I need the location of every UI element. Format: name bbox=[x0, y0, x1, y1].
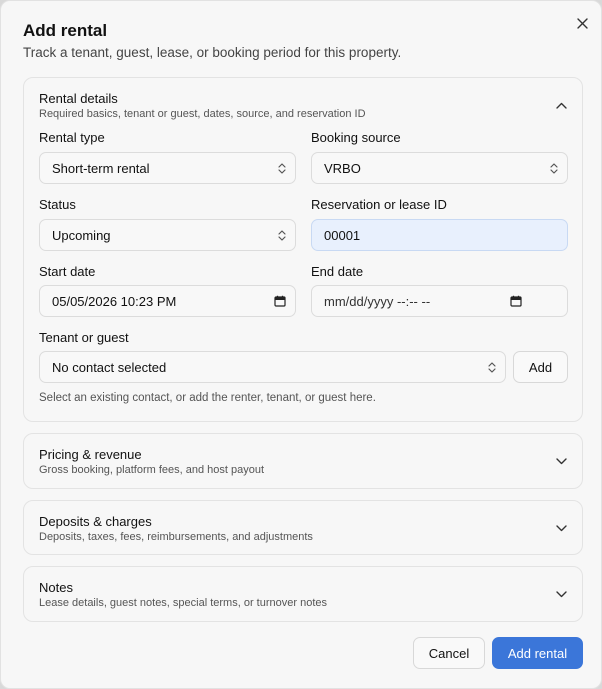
start-date-label: Start date bbox=[39, 264, 96, 279]
section-title: Pricing & revenue bbox=[39, 447, 142, 462]
start-date-input[interactable]: 05/05/2026 10:23 PM bbox=[39, 285, 296, 317]
tenant-value: No contact selected bbox=[52, 359, 167, 375]
up-down-arrows-icon bbox=[269, 162, 295, 174]
reservation-id-label: Reservation or lease ID bbox=[311, 197, 447, 212]
section-description: Deposits, taxes, fees, reimbursements, a… bbox=[39, 531, 313, 543]
add-contact-button[interactable]: Add bbox=[513, 351, 568, 383]
chevron-down-icon bbox=[555, 524, 567, 531]
calendar-icon[interactable] bbox=[501, 295, 531, 307]
rental-type-value: Short-term rental bbox=[52, 160, 150, 176]
end-date-placeholder: mm/dd/yyyy --:-- -- bbox=[324, 293, 431, 309]
booking-source-label: Booking source bbox=[311, 130, 401, 145]
reservation-id-value: 00001 bbox=[324, 227, 361, 243]
chevron-down-icon bbox=[555, 457, 567, 464]
dialog-title: Add rental bbox=[23, 21, 108, 40]
section-description: Required basics, tenant or guest, dates,… bbox=[39, 108, 366, 120]
chevron-up-icon bbox=[555, 102, 567, 109]
status-label: Status bbox=[39, 197, 76, 212]
tenant-label: Tenant or guest bbox=[39, 330, 129, 345]
booking-source-select[interactable]: VRBO bbox=[311, 152, 568, 184]
section-rental-details-header[interactable]: Rental details Required basics, tenant o… bbox=[24, 78, 582, 132]
calendar-icon[interactable] bbox=[265, 295, 295, 307]
add-rental-dialog: Add rental Track a tenant, guest, lease,… bbox=[0, 0, 602, 689]
up-down-arrows-icon bbox=[541, 162, 567, 174]
expand-toggle[interactable] bbox=[554, 587, 568, 601]
start-date-value: 05/05/2026 10:23 PM bbox=[52, 293, 177, 309]
section-deposits-header[interactable]: Deposits & charges Deposits, taxes, fees… bbox=[24, 501, 582, 555]
tenant-select[interactable]: No contact selected bbox=[39, 351, 506, 383]
section-title: Rental details bbox=[39, 91, 118, 106]
add-rental-button[interactable]: Add rental bbox=[492, 637, 583, 669]
tenant-hint: Select an existing contact, or add the r… bbox=[39, 392, 376, 404]
booking-source-value: VRBO bbox=[324, 160, 361, 176]
section-deposits: Deposits & charges Deposits, taxes, fees… bbox=[23, 500, 583, 555]
collapse-toggle[interactable] bbox=[554, 98, 568, 112]
section-description: Lease details, guest notes, special term… bbox=[39, 597, 327, 609]
expand-toggle[interactable] bbox=[554, 521, 568, 535]
end-date-label: End date bbox=[311, 264, 364, 279]
status-value: Upcoming bbox=[52, 227, 111, 243]
close-button[interactable] bbox=[572, 13, 592, 33]
status-select[interactable]: Upcoming bbox=[39, 219, 296, 251]
section-rental-details: Rental details Required basics, tenant o… bbox=[23, 77, 583, 422]
section-title: Deposits & charges bbox=[39, 514, 152, 529]
close-icon bbox=[576, 17, 588, 29]
reservation-id-input[interactable]: 00001 bbox=[311, 219, 568, 251]
end-date-input[interactable]: mm/dd/yyyy --:-- -- bbox=[311, 285, 568, 317]
dialog-subtitle: Track a tenant, guest, lease, or booking… bbox=[23, 45, 402, 60]
cancel-button[interactable]: Cancel bbox=[413, 637, 485, 669]
up-down-arrows-icon bbox=[269, 229, 295, 241]
section-description: Gross booking, platform fees, and host p… bbox=[39, 464, 265, 476]
section-title: Notes bbox=[39, 580, 73, 595]
rental-type-select[interactable]: Short-term rental bbox=[39, 152, 296, 184]
section-pricing-header[interactable]: Pricing & revenue Gross booking, platfor… bbox=[24, 434, 582, 488]
section-notes-header[interactable]: Notes Lease details, guest notes, specia… bbox=[24, 567, 582, 621]
section-notes: Notes Lease details, guest notes, specia… bbox=[23, 566, 583, 622]
chevron-down-icon bbox=[555, 590, 567, 597]
expand-toggle[interactable] bbox=[554, 454, 568, 468]
section-pricing: Pricing & revenue Gross booking, platfor… bbox=[23, 433, 583, 489]
up-down-arrows-icon bbox=[479, 361, 505, 373]
rental-type-label: Rental type bbox=[39, 130, 105, 145]
